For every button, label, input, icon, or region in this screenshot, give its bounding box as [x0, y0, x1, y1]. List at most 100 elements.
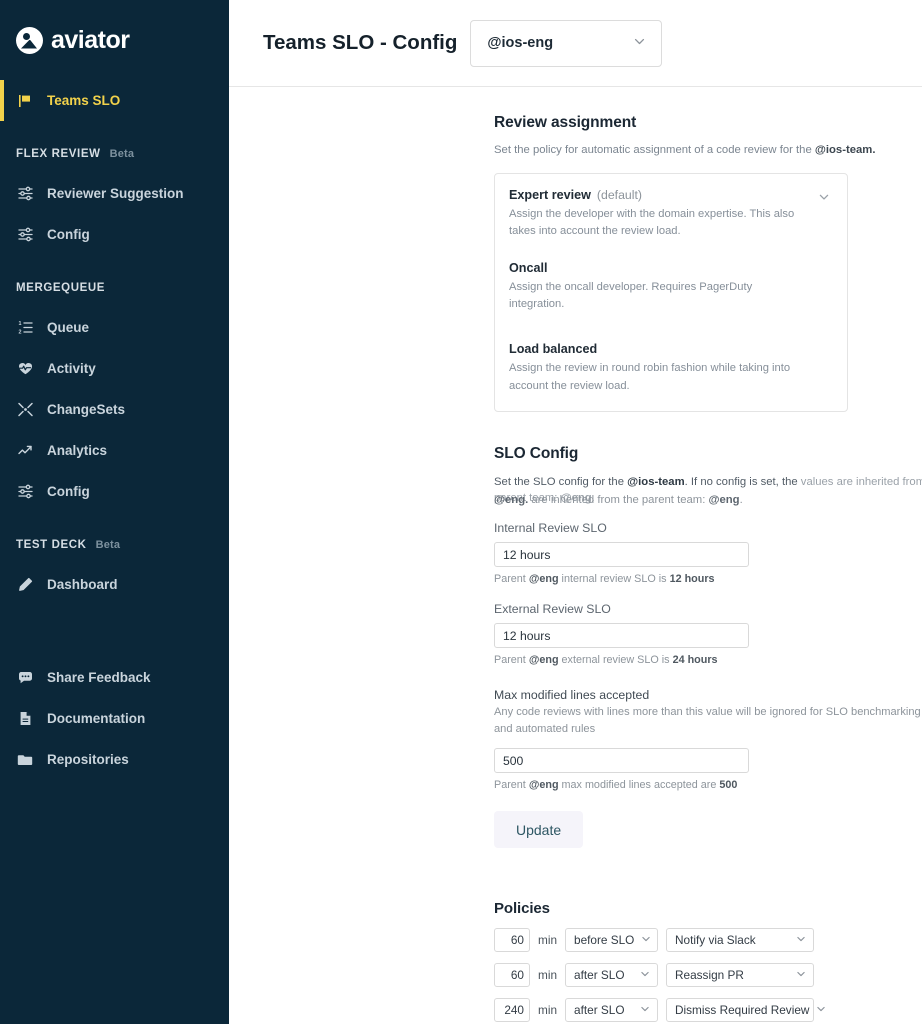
policy-rule-row: min before SLO Notify via Slack — [494, 928, 922, 953]
folder-icon — [16, 751, 34, 769]
sidebar-section-test-deck: TEST DECK Beta — [0, 526, 229, 564]
sidebar-item-changesets[interactable]: ChangeSets — [0, 389, 229, 430]
chevron-down-icon — [815, 1003, 827, 1018]
trending-up-icon — [16, 442, 34, 460]
policy-action-select[interactable]: Notify via Slack — [666, 928, 815, 953]
sidebar-item-dashboard[interactable]: Dashboard — [0, 564, 229, 605]
sidebar-item-activity[interactable]: Activity — [0, 348, 229, 389]
policy-minutes-input[interactable] — [494, 963, 530, 988]
option-default-tag: (default) — [596, 187, 643, 202]
team-mention: @ios-team. — [814, 144, 876, 156]
policy-action-value: Reassign PR — [675, 968, 744, 983]
chevron-down-icon — [795, 968, 807, 983]
main-content: Teams SLO - Config @ios-eng Review assig… — [229, 0, 922, 1024]
sidebar-item-label: Analytics — [47, 443, 108, 458]
slo-description-overlap: @eng. are inherited from the parent team… — [494, 494, 743, 507]
internal-review-slo-input[interactable] — [494, 542, 749, 568]
sidebar-item-teams-slo[interactable]: Teams SLO — [0, 80, 229, 121]
policy-unit-label: min — [538, 933, 558, 948]
changesets-icon — [16, 401, 34, 419]
team-selector-value: @ios-eng — [487, 35, 554, 51]
brand-logo[interactable]: aviator — [0, 0, 229, 58]
policy-timing-select[interactable]: before SLO — [565, 928, 659, 953]
sidebar-item-repositories[interactable]: Repositories — [0, 739, 229, 780]
flag-icon — [16, 92, 34, 110]
section-badge: Beta — [95, 539, 121, 551]
review-assignment-heading: Review assignment — [494, 114, 637, 131]
assignment-options-card: Expert review (default) Assign the devel… — [494, 172, 848, 413]
policy-rule-row: min after SLO Reassign PR — [494, 963, 922, 988]
ordered-list-icon: 1 2 — [16, 319, 34, 337]
option-description: Assign the oncall developer. Requires Pa… — [509, 280, 753, 311]
hint-value: 500 — [719, 779, 738, 792]
chevron-down-icon — [639, 968, 651, 983]
field-description: Any code reviews with lines more than th… — [494, 706, 921, 735]
assignment-option-load-balanced[interactable]: Load balanced Assign the review in round… — [509, 342, 831, 395]
sidebar-item-label: Activity — [47, 361, 96, 376]
sidebar-item-queue[interactable]: 1 2 Queue — [0, 307, 229, 348]
section-badge: Beta — [109, 148, 135, 160]
option-title-row: Load balanced — [509, 342, 831, 356]
chevron-down-icon[interactable] — [817, 190, 831, 209]
option-title: Oncall — [509, 260, 548, 275]
policy-action-select[interactable]: Dismiss Required Review — [666, 998, 826, 1023]
internal-review-slo-field: Internal Review SLO Parent @eng internal… — [494, 521, 922, 585]
policy-minutes-input[interactable] — [494, 998, 530, 1023]
sidebar-item-label: Share Feedback — [47, 670, 151, 685]
sidebar-item-label: Teams SLO — [47, 93, 121, 108]
sliders-icon — [16, 226, 34, 244]
sidebar-item-flex-config[interactable]: Config — [0, 214, 229, 255]
page-header: Teams SLO - Config @ios-eng — [229, 0, 922, 87]
team-selector[interactable]: @ios-eng — [470, 19, 663, 67]
policy-rule-row: min after SLO Dismiss Required Review — [494, 998, 922, 1023]
policy-minutes-input[interactable] — [494, 928, 530, 953]
field-hint: Parent @eng max modified lines accepted … — [494, 779, 738, 792]
max-modified-lines-input[interactable] — [494, 748, 749, 774]
section-title: TEST DECK — [16, 539, 87, 551]
sidebar-item-label: ChangeSets — [47, 402, 126, 417]
policies-heading: Policies — [494, 900, 550, 918]
section-title: MERGEQUEUE — [16, 282, 106, 294]
sidebar-item-documentation[interactable]: Documentation — [0, 698, 229, 739]
policy-timing-select[interactable]: after SLO — [565, 963, 659, 988]
review-assignment-description: Set the policy for automatic assignment … — [494, 142, 922, 159]
field-label: Max modified lines accepted — [494, 688, 650, 703]
chat-icon — [16, 669, 34, 687]
policy-unit-label: min — [538, 1003, 558, 1018]
field-label: Internal Review SLO — [494, 521, 607, 536]
brand-name: aviator — [51, 25, 130, 54]
option-title: Expert review — [509, 187, 591, 202]
policy-timing-value: after SLO — [574, 1003, 625, 1018]
hint-value: 24 hours — [672, 654, 718, 667]
assignment-option-expert-review[interactable]: Expert review (default) Assign the devel… — [509, 188, 831, 241]
sidebar-item-label: Config — [47, 227, 90, 242]
policy-timing-select[interactable]: after SLO — [565, 998, 659, 1023]
svg-text:2: 2 — [18, 330, 21, 336]
update-button[interactable]: Update — [494, 811, 584, 849]
sidebar-item-analytics[interactable]: Analytics — [0, 430, 229, 471]
option-title-row: Oncall — [509, 261, 831, 275]
policy-timing-value: before SLO — [574, 933, 635, 948]
hint-value: 12 hours — [669, 573, 715, 586]
sidebar-item-share-feedback[interactable]: Share Feedback — [0, 657, 229, 698]
external-review-slo-input[interactable] — [494, 623, 749, 649]
sidebar-item-label: Queue — [47, 320, 90, 335]
sidebar-item-mq-config[interactable]: Config — [0, 471, 229, 512]
chevron-down-icon — [632, 34, 647, 53]
policies-section: Policies min before SLO Notify via Slack — [494, 900, 922, 1024]
document-icon — [16, 710, 34, 728]
sidebar-item-reviewer-suggestion[interactable]: Reviewer Suggestion — [0, 173, 229, 214]
sidebar-section-mergequeue: MERGEQUEUE — [0, 269, 229, 307]
chevron-down-icon — [795, 933, 807, 948]
sliders-icon — [16, 483, 34, 501]
field-label: External Review SLO — [494, 602, 611, 617]
slo-config-description: Set the SLO config for the @ios-team. If… — [494, 474, 922, 506]
assignment-option-oncall[interactable]: Oncall Assign the oncall developer. Requ… — [509, 261, 831, 314]
heart-pulse-icon — [16, 360, 34, 378]
policy-action-value: Dismiss Required Review — [675, 1003, 810, 1018]
policy-action-select[interactable]: Reassign PR — [666, 963, 815, 988]
